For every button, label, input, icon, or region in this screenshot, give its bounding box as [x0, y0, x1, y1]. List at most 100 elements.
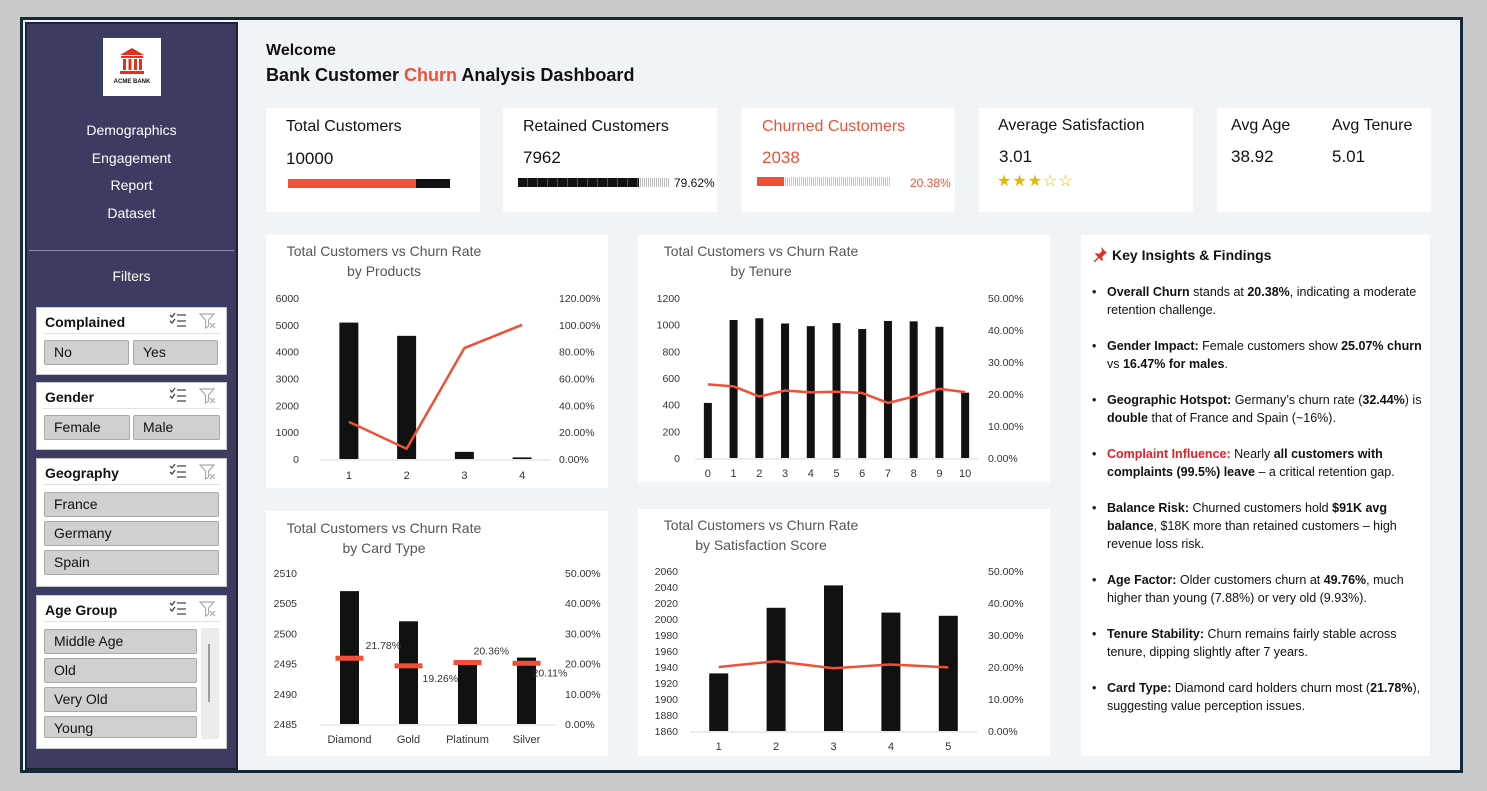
y-tick-label: 2495 — [274, 659, 298, 671]
chart-products: 6000500040003000200010000120.00%100.00%8… — [276, 293, 601, 482]
bar — [339, 322, 359, 459]
x-tick-label: Gold — [397, 734, 420, 746]
title-accent: Churn — [404, 65, 458, 85]
slicer-title: Age Group — [45, 602, 118, 618]
slicer-item-france[interactable]: France — [44, 492, 219, 517]
slicer-item-yes[interactable]: Yes — [133, 340, 218, 365]
slicer-scrollbar[interactable] — [201, 628, 219, 739]
clear-filter-icon[interactable] — [199, 312, 217, 330]
slicer-item-female[interactable]: Female — [44, 415, 130, 440]
kpi-percent: 20.38% — [910, 176, 951, 190]
kpi-age-label: Avg Age — [1231, 117, 1291, 134]
clear-filter-icon[interactable] — [199, 600, 217, 618]
welcome-text: Welcome — [266, 42, 336, 59]
sidebar: ACME BANK Demographics Engagement Report… — [25, 22, 238, 770]
slicer-item-spain[interactable]: Spain — [44, 550, 219, 575]
sidebar-divider — [29, 250, 234, 251]
slicer-item-no[interactable]: No — [44, 340, 129, 365]
y-tick-label: 0 — [674, 453, 680, 465]
bank-logo[interactable]: ACME BANK — [103, 38, 161, 96]
chart-panel-satisfaction: Total Customers vs Churn Rate by Satisfac… — [638, 509, 1050, 756]
y2-tick-label: 40.00% — [988, 325, 1024, 337]
y2-tick-label: 0.00% — [988, 453, 1018, 465]
bar — [883, 320, 892, 458]
insight-heading: Card Type: — [1107, 681, 1172, 695]
churn-rate-marker — [453, 660, 482, 666]
slicer-divider — [43, 408, 220, 409]
y-tick-label: 2485 — [274, 719, 298, 731]
slicer-title: Complained — [45, 314, 126, 330]
insight-item: Card Type: Diamond card holders churn mo… — [1091, 679, 1426, 715]
kpi-value: 10000 — [286, 149, 334, 168]
insight-text: stands at — [1189, 285, 1248, 299]
kpi-value: 7962 — [523, 148, 561, 167]
y2-tick-label: 80.00% — [559, 347, 595, 359]
chart-panel-tenure: Total Customers vs Churn Rate by Tenure 1… — [638, 235, 1050, 482]
y-tick-label: 1000 — [276, 427, 300, 439]
bar — [454, 451, 474, 459]
insight-text: 21.78% — [1370, 681, 1413, 695]
bar — [512, 457, 532, 459]
y-tick-label: 2490 — [274, 689, 298, 701]
kpi-bar-track — [288, 179, 450, 188]
y2-tick-label: 40.00% — [565, 598, 601, 610]
filters-heading: Filters — [112, 268, 151, 284]
clear-filter-icon[interactable] — [199, 463, 217, 481]
kpi-label: Retained Customers — [523, 118, 669, 135]
chart-panel-products: Total Customers vs Churn Rate by Products… — [266, 235, 608, 488]
kpi-average-satisfaction: Average Satisfaction 3.01 ★★★☆☆ — [979, 108, 1193, 212]
slicer-item-young[interactable]: Young — [44, 716, 197, 738]
kpi-age-tenure: Avg Age 38.92 Avg Tenure 5.01 — [1217, 108, 1431, 212]
y-tick-label: 2020 — [655, 598, 679, 610]
churn-rate-marker — [394, 663, 423, 669]
multi-select-icon[interactable] — [169, 600, 187, 616]
insight-heading: Complaint Influence: — [1107, 447, 1231, 461]
multi-select-icon[interactable] — [169, 463, 187, 479]
y2-tick-label: 40.00% — [559, 400, 595, 412]
bar — [755, 318, 764, 458]
insight-text: 16.47% for males — [1122, 357, 1225, 371]
nav-report[interactable]: Report — [27, 172, 236, 200]
insight-text: Older customers churn at — [1176, 573, 1324, 587]
bar — [824, 585, 843, 731]
scrollbar-thumb[interactable] — [208, 644, 210, 702]
insight-item: Complaint Influence: Nearly all customer… — [1091, 445, 1426, 481]
kpi-total-customers: Total Customers 10000 — [266, 108, 480, 212]
slicer-item-old[interactable]: Old — [44, 658, 197, 683]
insight-text: double — [1107, 411, 1148, 425]
page-title: Bank Customer Churn Analysis Dashboard — [266, 65, 634, 86]
insight-heading: Age Factor: — [1107, 573, 1177, 587]
y-tick-label: 1860 — [655, 726, 679, 738]
nav-engagement[interactable]: Engagement — [27, 145, 236, 173]
y-tick-label: 2000 — [276, 400, 300, 412]
clear-filter-icon[interactable] — [199, 387, 217, 405]
multi-select-icon[interactable] — [169, 312, 187, 328]
y2-tick-label: 50.00% — [988, 566, 1024, 578]
y-tick-label: 1960 — [655, 646, 679, 658]
insights-title-text: Key Insights & Findings — [1112, 247, 1272, 263]
chart-tenure: 12001000800600400200050.00%40.00%30.00%2… — [657, 293, 1024, 480]
kpi-value: 3.01 — [999, 147, 1033, 166]
slicer-item-middle-age[interactable]: Middle Age — [44, 629, 197, 654]
bar — [935, 326, 944, 458]
kpi-bar-fill — [288, 179, 416, 188]
y-tick-label: 2505 — [274, 598, 298, 610]
y-tick-label: 1880 — [655, 710, 679, 722]
insight-heading: Geographic Hotspot: — [1107, 393, 1232, 407]
slicer-geography: Geography France Germany Spain — [36, 458, 227, 587]
nav-dataset[interactable]: Dataset — [27, 200, 236, 228]
kpi-tenure-label: Avg Tenure — [1332, 117, 1413, 134]
y2-tick-label: 20.00% — [988, 389, 1024, 401]
kpi-value: 2038 — [762, 148, 800, 167]
y-tick-label: 1980 — [655, 630, 679, 642]
y-tick-label: 1200 — [657, 293, 681, 305]
nav-demographics[interactable]: Demographics — [27, 117, 236, 145]
multi-select-icon[interactable] — [169, 387, 187, 403]
slicer-item-male[interactable]: Male — [133, 415, 220, 440]
y-tick-label: 2060 — [655, 566, 679, 578]
churn-rate-marker — [335, 655, 364, 661]
y2-tick-label: 20.00% — [988, 662, 1024, 674]
slicer-item-germany[interactable]: Germany — [44, 521, 219, 546]
x-tick-label: 5 — [833, 468, 839, 480]
slicer-item-very-old[interactable]: Very Old — [44, 687, 197, 712]
